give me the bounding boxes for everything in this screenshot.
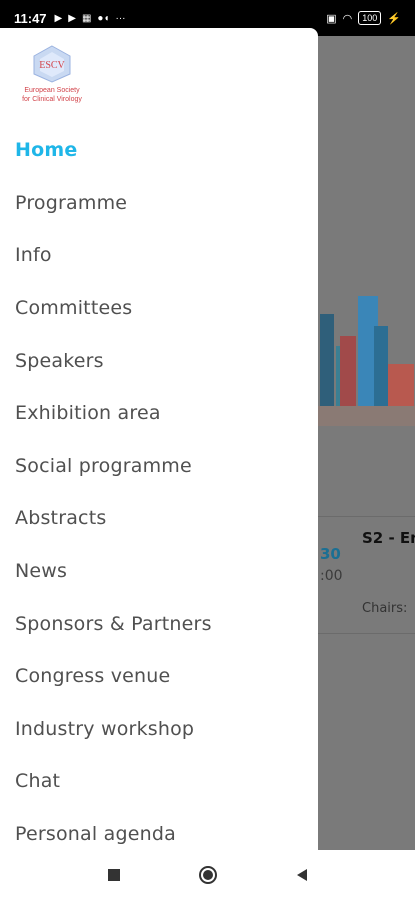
navigation-drawer: ESCV European Society for Clinical Virol…	[0, 28, 318, 850]
qr-icon: ▦	[81, 12, 92, 24]
menu-item-exhibition-area[interactable]: Exhibition area	[0, 387, 318, 440]
logo-line-2: for Clinical Virology	[22, 96, 82, 103]
menu-item-abstracts[interactable]: Abstracts	[0, 492, 318, 545]
record-icon: ●◖	[97, 12, 110, 24]
play-icon: ▶	[68, 12, 76, 24]
menu-item-social-programme[interactable]: Social programme	[0, 440, 318, 493]
square-icon	[107, 869, 120, 881]
menu-item-committees[interactable]: Committees	[0, 282, 318, 335]
system-nav-bar	[0, 850, 415, 900]
back-button[interactable]	[290, 863, 314, 887]
status-time: 11:47	[14, 10, 47, 26]
logo-line-1: European Society	[24, 87, 80, 94]
charging-icon: ⚡	[387, 12, 401, 25]
drawer-menu: Home Programme Info Committees Speakers …	[0, 124, 318, 850]
menu-item-chat[interactable]: Chat	[0, 755, 318, 808]
wifi-icon: ◠	[342, 12, 353, 25]
menu-item-speakers[interactable]: Speakers	[0, 334, 318, 387]
menu-item-programme[interactable]: Programme	[0, 177, 318, 230]
menu-item-info[interactable]: Info	[0, 229, 318, 282]
menu-item-news[interactable]: News	[0, 545, 318, 598]
session-time-start: 30	[320, 545, 341, 563]
circle-icon	[198, 866, 217, 884]
logo-acronym: ESCV	[39, 60, 65, 71]
logo-text: European Society for Clinical Virology	[22, 86, 82, 104]
session-chairs: Chairs:	[362, 601, 408, 616]
menu-item-personal-agenda[interactable]: Personal agenda	[0, 808, 318, 850]
status-left-icons: ▶ ▶ ▦ ●◖ ···	[55, 13, 126, 24]
menu-item-industry-workshop[interactable]: Industry workshop	[0, 703, 318, 756]
more-icon: ···	[115, 12, 126, 24]
escv-logo-icon: ESCV	[33, 45, 71, 83]
banner-image	[318, 276, 415, 426]
triangle-back-icon	[296, 869, 307, 881]
recents-button[interactable]	[102, 863, 126, 887]
menu-item-home[interactable]: Home	[0, 124, 318, 177]
status-right: ▣ ◠ 100 ⚡	[326, 11, 401, 25]
home-button[interactable]	[196, 863, 220, 887]
sim-icon: ▣	[326, 12, 337, 25]
menu-item-sponsors-partners[interactable]: Sponsors & Partners	[0, 597, 318, 650]
play-icon: ▶	[54, 12, 63, 24]
battery-icon: 100	[358, 11, 382, 25]
menu-item-congress-venue[interactable]: Congress venue	[0, 650, 318, 703]
escv-logo: ESCV European Society for Clinical Virol…	[12, 44, 92, 124]
session-title: S2 - Er and re viruse	[362, 529, 415, 547]
session-time-end: :00	[320, 568, 343, 584]
